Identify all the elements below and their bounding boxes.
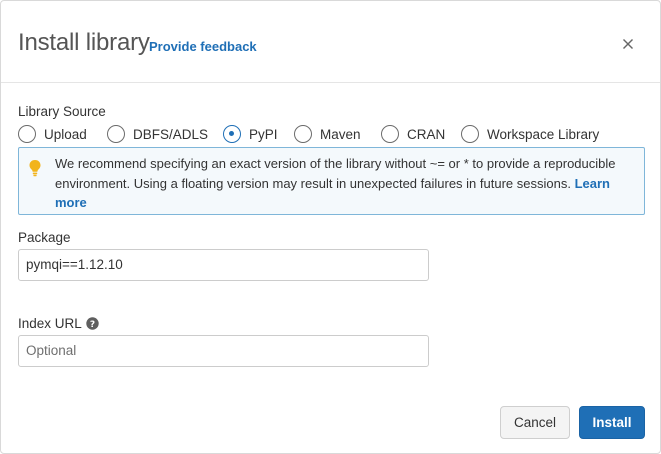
radio-upload[interactable]: Upload — [18, 123, 87, 145]
provide-feedback-link[interactable]: Provide feedback — [149, 39, 257, 54]
radio-label-dbfs-adls: DBFS/ADLS — [133, 126, 209, 142]
radio-button[interactable] — [18, 125, 36, 143]
radio-cran[interactable]: CRAN — [381, 123, 445, 145]
radio-label-upload: Upload — [44, 126, 87, 142]
library-source-label: Library Source — [18, 104, 106, 119]
package-label: Package — [18, 230, 71, 245]
radio-button[interactable] — [461, 125, 479, 143]
library-source-radio-group: Upload DBFS/ADLS PyPI Maven CRAN Workspa… — [18, 123, 648, 145]
radio-button[interactable] — [381, 125, 399, 143]
radio-dbfs-adls[interactable]: DBFS/ADLS — [107, 123, 208, 145]
radio-label-maven: Maven — [320, 126, 361, 142]
radio-button-selected[interactable] — [223, 125, 241, 143]
dialog-header: Install library Provide feedback — [1, 1, 660, 83]
radio-pypi[interactable]: PyPI — [223, 123, 278, 145]
lightbulb-icon — [28, 159, 42, 177]
radio-button[interactable] — [107, 125, 125, 143]
notice-text-block: We recommend specifying an exact version… — [55, 154, 637, 213]
install-library-dialog: Install library Provide feedback Library… — [0, 0, 661, 454]
index-url-input[interactable]: Optional — [18, 335, 429, 367]
radio-workspace-library[interactable]: Workspace Library — [461, 123, 599, 145]
radio-label-cran: CRAN — [407, 126, 446, 142]
notice-message: We recommend specifying an exact version… — [55, 156, 616, 191]
radio-label-pypi: PyPI — [249, 126, 278, 142]
install-button[interactable]: Install — [579, 406, 645, 439]
dialog-title: Install library — [18, 29, 150, 56]
close-icon[interactable] — [618, 34, 638, 54]
radio-maven[interactable]: Maven — [294, 123, 361, 145]
radio-label-workspace-library: Workspace Library — [487, 126, 600, 142]
package-input[interactable]: pymqi==1.12.10 — [18, 249, 429, 281]
cancel-button[interactable]: Cancel — [500, 406, 570, 439]
radio-button[interactable] — [294, 125, 312, 143]
question-circle-icon[interactable]: ? — [86, 317, 99, 330]
index-url-label: Index URL — [18, 316, 82, 331]
version-recommendation-notice: We recommend specifying an exact version… — [18, 147, 645, 215]
svg-text:?: ? — [90, 320, 95, 330]
